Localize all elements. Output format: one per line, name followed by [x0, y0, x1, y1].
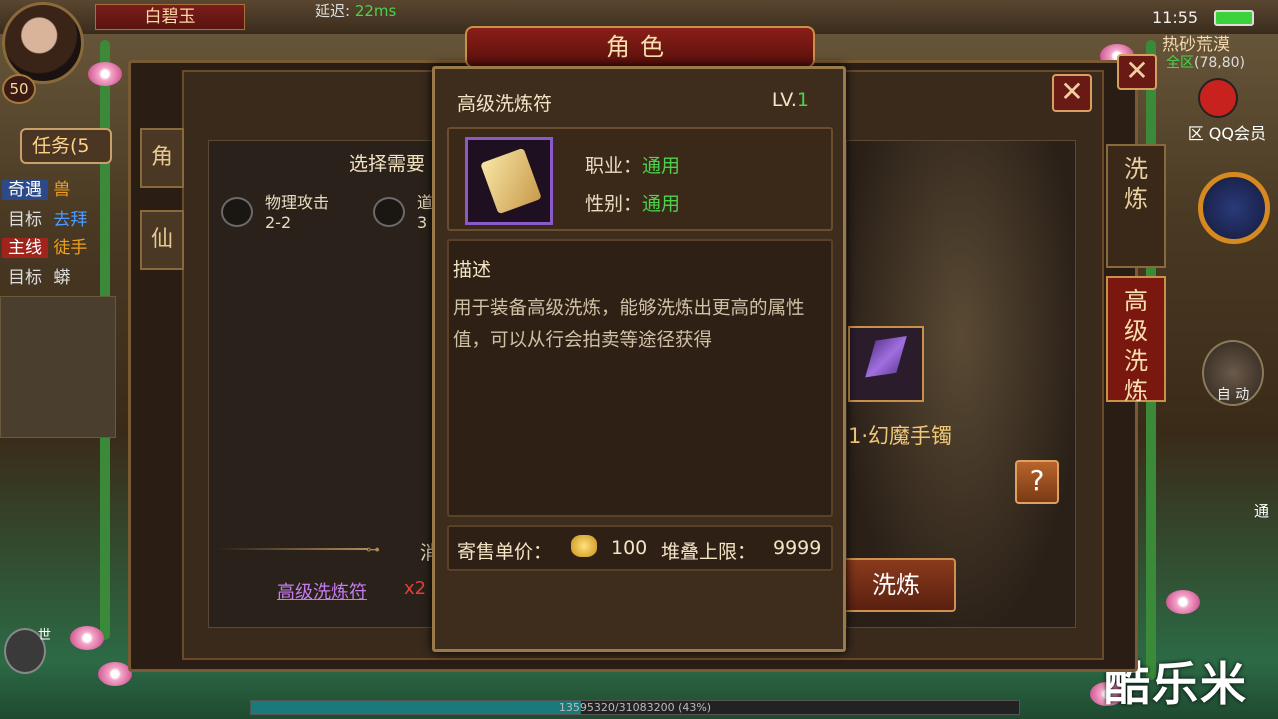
lock-icon	[221, 197, 253, 227]
divider-ornament: ⊶	[366, 542, 380, 558]
qq-vip-button[interactable]: 区 QQ会员	[1184, 78, 1266, 143]
player-level-badge: 50	[2, 74, 36, 104]
select-title: 选择需要	[349, 153, 426, 175]
scroll-item-icon	[465, 137, 553, 225]
quest-tracker: 任务(5 奇遇 兽 目标 去拜 主线 徒手 目标 蟒	[0, 120, 112, 295]
tooltip-item-level: LV.1	[772, 89, 809, 111]
tooltip-gender: 性别：通用	[585, 189, 680, 216]
class-value: 通用	[642, 155, 681, 177]
quest-tag: 主线	[2, 238, 48, 258]
description-text: 用于装备高级洗炼，能够洗炼出更高的属性值，可以从行会拍卖等途径获得	[453, 298, 805, 351]
xp-bar: 13595320/31083200 (43%)	[250, 700, 1020, 715]
description-heading: 描述	[453, 259, 492, 281]
gender-value: 通用	[642, 193, 681, 215]
tooltip-price-row: 寄售单价： 100 堆叠上限： 9999	[447, 525, 833, 571]
divider-line	[218, 548, 368, 550]
lock-icon	[373, 197, 405, 227]
quest-text: 徒手	[53, 238, 88, 258]
attr-slot[interactable]: 物理攻击 2-2	[221, 187, 381, 237]
stack-value: 9999	[773, 537, 822, 559]
quest-tag: 目标	[8, 210, 42, 230]
qq-vip-label: 区 QQ会员	[1187, 124, 1266, 143]
gender-label: 性别：	[585, 193, 643, 215]
price-value: 100	[611, 537, 648, 559]
item-tooltip: 高级洗炼符 LV.1 职业：通用 性别：通用 描述 用于装备高级洗炼，能够洗炼出…	[432, 66, 846, 652]
attr-name: 道	[417, 193, 433, 212]
quest-text: 蟒	[53, 268, 71, 288]
help-button[interactable]: ?	[1015, 460, 1059, 504]
battery-icon	[1214, 10, 1254, 26]
minimap-panel[interactable]	[0, 296, 116, 438]
material-count: x2	[404, 578, 427, 599]
close-icon: ✕	[1125, 54, 1149, 87]
close-icon: ✕	[1060, 75, 1084, 108]
player-avatar[interactable]	[2, 2, 84, 84]
quest-text: 兽	[53, 180, 71, 200]
book-skill-icon[interactable]	[1198, 172, 1270, 244]
level-prefix: LV.	[771, 89, 797, 111]
quest-row[interactable]: 主线 徒手	[2, 234, 87, 262]
tooltip-close-button[interactable]: ✕	[1052, 74, 1092, 112]
bracelet-icon	[865, 336, 907, 378]
equipment-name: 1·幻魔手镯	[848, 424, 953, 448]
tooltip-item-name: 高级洗炼符	[457, 93, 553, 115]
window-close-button[interactable]: ✕	[1117, 54, 1157, 90]
attr-slot[interactable]: 道 3	[373, 187, 433, 237]
left-tab-role[interactable]: 角	[140, 128, 184, 188]
zone-prefix: 全区	[1166, 55, 1194, 71]
equipment-slot[interactable]	[848, 326, 924, 402]
quest-row[interactable]: 目标 蟒	[2, 264, 70, 292]
flower-decoration	[98, 662, 132, 686]
tab-advanced-refine[interactable]: 高 级 洗 炼	[1106, 276, 1166, 405]
mic-label: 世	[38, 628, 52, 643]
coords-value: (78,80)	[1194, 55, 1246, 71]
latency-value: 22ms	[354, 2, 397, 20]
left-tab-immortal[interactable]: 仙	[140, 210, 184, 270]
penguin-icon	[1198, 78, 1238, 118]
side-char: 通	[1254, 502, 1270, 520]
gold-coin-icon	[571, 535, 597, 557]
flower-decoration	[70, 626, 104, 650]
stack-label: 堆叠上限：	[661, 541, 757, 563]
flower-decoration	[1166, 590, 1200, 614]
quest-row[interactable]: 奇遇 兽	[2, 176, 70, 204]
class-label: 职业：	[585, 155, 643, 177]
clock: 11:55	[1152, 8, 1199, 27]
tooltip-class: 职业：通用	[585, 151, 680, 178]
quest-row[interactable]: 目标 去拜	[2, 206, 87, 234]
quest-tab[interactable]: 任务(5	[20, 128, 112, 164]
quest-text: 去拜	[53, 210, 88, 230]
tooltip-description: 描述 用于装备高级洗炼，能够洗炼出更高的属性值，可以从行会拍卖等途径获得	[447, 239, 833, 517]
tooltip-header: 高级洗炼符 LV.1	[435, 69, 843, 121]
material-link[interactable]: 高级洗炼符	[277, 578, 367, 604]
latency-label: 延迟:	[315, 2, 351, 20]
tab-refine[interactable]: 洗 炼	[1106, 144, 1166, 268]
latency-readout: 延迟: 22ms	[315, 0, 396, 21]
level-value: 1	[796, 89, 809, 111]
tooltip-summary: 职业：通用 性别：通用	[447, 127, 833, 231]
attr-value: 2-2	[265, 213, 292, 232]
player-name: 白碧玉	[95, 4, 245, 30]
auto-battle-label: 自 动	[1216, 387, 1250, 403]
refine-select-panel: 选择需要 物理攻击 2-2 道 3	[208, 140, 434, 628]
attr-value: 3	[417, 213, 428, 232]
price-label: 寄售单价：	[457, 541, 553, 563]
zone-coords: 全区(78,80)	[1166, 52, 1245, 72]
xp-text: 13595320/31083200 (43%)	[558, 701, 712, 714]
voice-mic-button[interactable]: 世	[4, 628, 51, 674]
auto-battle-button[interactable]: 自 动	[1202, 340, 1264, 406]
quest-tag: 目标	[8, 268, 42, 288]
attr-name: 物理攻击	[265, 193, 330, 212]
flower-decoration	[88, 62, 122, 86]
quest-tag: 奇遇	[2, 180, 48, 200]
window-title: 角色	[465, 26, 815, 68]
scroll-icon	[480, 147, 542, 215]
